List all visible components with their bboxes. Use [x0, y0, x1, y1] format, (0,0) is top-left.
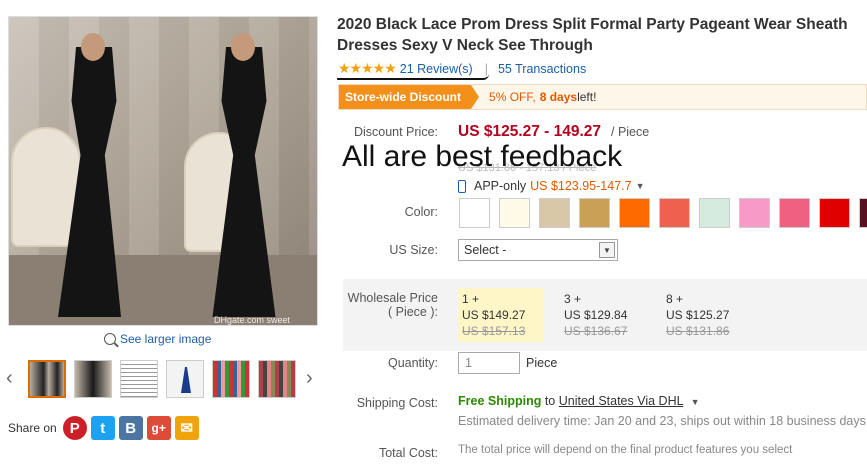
tier-3: 8 + US $125.27 US $131.86 — [662, 288, 733, 342]
pinterest-icon[interactable]: P — [62, 416, 87, 440]
share-bar: Share on P t B g+ ✉ — [8, 416, 199, 440]
color-swatch-6[interactable] — [659, 198, 690, 228]
price-unit: / Piece — [611, 125, 650, 139]
app-price-value: US $123.95-147.7 — [530, 179, 632, 193]
shipping-method-link[interactable]: United States Via DHL — [559, 394, 683, 408]
delivery-estimate: Estimated delivery time: Jan 20 and 23, … — [458, 414, 866, 428]
tier-qty: 8 + — [666, 292, 684, 306]
size-select-value: Select - — [464, 243, 507, 257]
thumbnail-3[interactable] — [120, 360, 158, 398]
store-discount-bar: Store-wide Discount 5% OFF, 8 days left! — [338, 84, 867, 110]
store-discount-tag: Store-wide Discount — [339, 85, 480, 109]
thumbnail-strip: ‹ › — [0, 358, 330, 398]
color-swatch-7[interactable] — [699, 198, 730, 228]
image-watermark: DHgate.com sweet — [214, 315, 291, 325]
discount-left: left! — [577, 90, 597, 104]
color-swatch-5[interactable] — [619, 198, 650, 228]
thumb-next-arrow-icon[interactable]: › — [306, 368, 313, 388]
shipping-to: to — [541, 394, 559, 408]
thumb-prev-arrow-icon[interactable]: ‹ — [6, 368, 13, 388]
mail-icon[interactable]: ✉ — [174, 416, 199, 440]
tier-old-price: US $131.86 — [666, 324, 730, 338]
thumbnail-6[interactable] — [258, 360, 296, 398]
see-larger-label: See larger image — [120, 332, 212, 346]
app-only-label: APP-only — [474, 179, 527, 193]
color-swatches — [459, 198, 867, 228]
color-swatch-3[interactable] — [539, 198, 570, 228]
tier-old-price: US $157.13 — [462, 324, 526, 338]
twitter-icon[interactable]: t — [90, 416, 115, 440]
thumbnail-5[interactable] — [212, 360, 250, 398]
shipping-line: Free Shipping to United States Via DHL ▼ — [458, 394, 700, 408]
size-select[interactable]: Select - ▼ — [458, 239, 618, 261]
color-swatch-1[interactable] — [459, 198, 490, 228]
discount-percent: 5% OFF, — [489, 90, 536, 104]
tier-2: 3 + US $129.84 US $136.67 — [560, 288, 631, 342]
magnifier-icon — [104, 333, 116, 345]
discount-price: US $125.27 - 149.27 — [458, 123, 602, 140]
tier-price: US $129.84 — [564, 308, 628, 322]
overlay-caption: All are best feedback — [342, 140, 623, 173]
app-only-price[interactable]: APP-only US $123.95-147.7 ▼ — [458, 179, 645, 193]
phone-icon — [458, 179, 466, 193]
quantity-unit: Piece — [526, 356, 558, 370]
hand-drawn-underline — [337, 74, 489, 80]
share-label: Share on — [8, 421, 57, 435]
thumbnail-2[interactable] — [74, 360, 112, 398]
color-swatch-9[interactable] — [779, 198, 810, 228]
chevron-down-icon[interactable]: ▼ — [691, 397, 700, 407]
image-model-head-right — [231, 33, 255, 61]
chevron-down-icon: ▼ — [635, 181, 645, 191]
color-swatch-11[interactable] — [859, 198, 867, 228]
total-cost-note: The total price will depend on the final… — [458, 444, 793, 456]
color-swatch-4[interactable] — [579, 198, 610, 228]
see-larger-image-link[interactable]: See larger image — [104, 332, 211, 346]
color-swatch-2[interactable] — [499, 198, 530, 228]
thumbnail-4[interactable] — [166, 360, 204, 398]
image-model-head-left — [81, 33, 105, 61]
tier-qty: 1 + — [462, 292, 480, 306]
product-title: 2020 Black Lace Prom Dress Split Formal … — [337, 16, 848, 54]
main-product-image[interactable]: DHgate.com sweet — [8, 16, 318, 326]
color-swatch-10[interactable] — [819, 198, 850, 228]
tier-old-price: US $136.67 — [564, 324, 628, 338]
dropdown-arrow-icon[interactable]: ▼ — [599, 242, 615, 258]
color-swatch-8[interactable] — [739, 198, 770, 228]
transactions-link[interactable]: 55 Transactions — [498, 62, 586, 76]
wholesale-label: Wholesale Price ( Piece ): — [347, 291, 438, 319]
shipping-label: Shipping Cost: — [356, 396, 438, 410]
tier-1: 1 + US $149.27 US $157.13 — [458, 288, 544, 342]
size-label: US Size: — [389, 243, 438, 257]
thumbnail-1[interactable] — [28, 360, 66, 398]
google-plus-icon[interactable]: g+ — [146, 416, 171, 440]
free-shipping: Free Shipping — [458, 394, 542, 408]
tier-price: US $125.27 — [666, 308, 730, 322]
total-cost-label: Total Cost: — [378, 446, 438, 460]
quantity-label: Quantity: — [387, 356, 438, 370]
discount-price-label: Discount Price: — [353, 125, 438, 139]
tier-price: US $149.27 — [462, 308, 526, 322]
color-label: Color: — [404, 205, 438, 219]
discount-days: 8 days — [539, 90, 578, 104]
vk-icon[interactable]: B — [118, 416, 143, 440]
tier-qty: 3 + — [564, 292, 582, 306]
quantity-input[interactable] — [458, 352, 520, 374]
